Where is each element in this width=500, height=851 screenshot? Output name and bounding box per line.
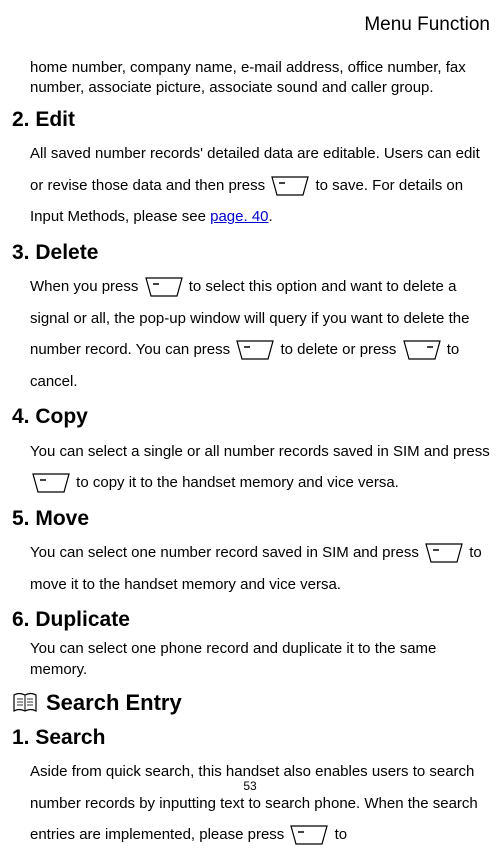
edit-body: All saved number records' detailed data …	[30, 138, 494, 233]
heading-copy: 4. Copy	[12, 403, 494, 431]
heading-search-entry: Search Entry	[12, 688, 494, 718]
softkey-icon	[290, 825, 328, 845]
header-title: Menu Function	[12, 12, 494, 38]
page-link[interactable]: page. 40	[210, 208, 268, 225]
delete-body: When you press to select this option and…	[30, 271, 494, 397]
heading-delete: 3. Delete	[12, 239, 494, 267]
move-body: You can select one number record saved i…	[30, 537, 494, 600]
softkey-icon	[145, 277, 183, 297]
search-entry-label: Search Entry	[46, 688, 182, 718]
softkey-icon	[32, 473, 70, 493]
edit-text-c: .	[269, 208, 273, 225]
heading-search: 1. Search	[12, 724, 494, 752]
softkey-icon	[236, 340, 274, 360]
page-number: 53	[0, 778, 500, 794]
search-text-b: to	[335, 826, 348, 843]
heading-duplicate: 6. Duplicate	[12, 606, 494, 634]
softkey-icon	[425, 543, 463, 563]
search-body: Aside from quick search, this handset al…	[30, 756, 494, 851]
softkey-icon	[271, 176, 309, 196]
intro-paragraph: home number, company name, e-mail addres…	[30, 58, 494, 99]
duplicate-body: You can select one phone record and dupl…	[30, 638, 494, 680]
softkey-icon	[403, 340, 441, 360]
copy-text-a: You can select a single or all number re…	[30, 443, 490, 460]
heading-move: 5. Move	[12, 505, 494, 533]
heading-edit: 2. Edit	[12, 106, 494, 134]
copy-text-b: to copy it to the handset memory and vic…	[76, 474, 399, 491]
delete-text-a: When you press	[30, 278, 143, 295]
book-icon	[12, 691, 38, 715]
delete-text-c: to delete or press	[280, 341, 400, 358]
move-text-a: You can select one number record saved i…	[30, 544, 423, 561]
copy-body: You can select a single or all number re…	[30, 436, 494, 499]
search-text-a: Aside from quick search, this handset al…	[30, 763, 478, 843]
